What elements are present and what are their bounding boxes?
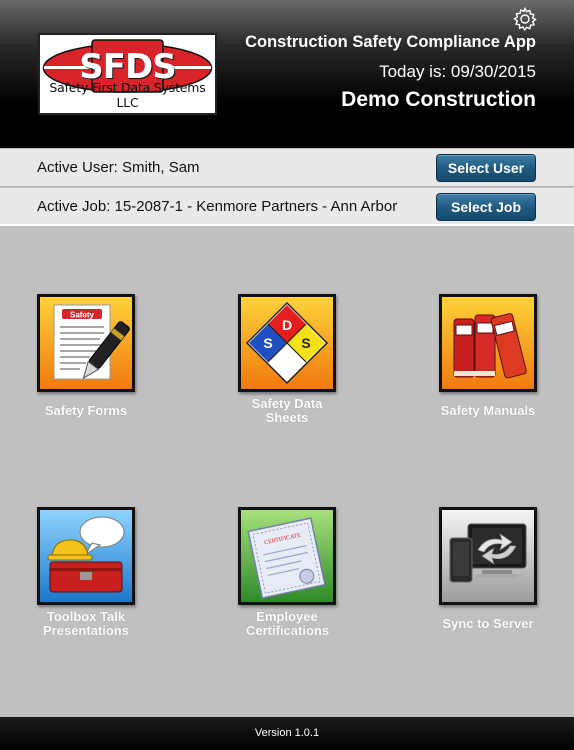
- company-name: Demo Construction: [341, 88, 536, 111]
- safety-badge: Safety: [70, 311, 95, 320]
- gear-icon[interactable]: [512, 6, 538, 32]
- active-job-label: Active Job: 15-2087-1 - Kenmore Partners…: [37, 198, 398, 215]
- tile-employee-certifications[interactable]: CERTIFICATE Employee Certifications: [222, 507, 352, 639]
- sync-icon[interactable]: [439, 507, 537, 605]
- logo-caption: Safety First Data Systems LLC: [49, 80, 206, 110]
- toolbox-talk-icon[interactable]: [37, 507, 135, 605]
- employee-certifications-label[interactable]: Employee Certifications: [222, 610, 352, 638]
- safety-forms-icon[interactable]: Safety: [37, 294, 135, 392]
- sds-letter-s-right: S: [301, 335, 310, 351]
- today-date: Today is: 09/30/2015: [379, 62, 536, 81]
- tile-safety-manuals[interactable]: Safety Manuals: [423, 294, 553, 424]
- safety-manuals-icon[interactable]: [439, 294, 537, 392]
- certificate-icon[interactable]: CERTIFICATE: [238, 507, 336, 605]
- safety-data-sheets-label[interactable]: Safety Data Sheets: [222, 397, 352, 425]
- active-job-row: Active Job: 15-2087-1 - Kenmore Partners…: [0, 188, 574, 226]
- select-job-button[interactable]: Select Job: [436, 193, 536, 221]
- tile-toolbox-talk[interactable]: Toolbox Talk Presentations: [21, 507, 151, 639]
- app-title: Construction Safety Compliance App: [245, 33, 536, 51]
- footer: Version 1.0.1: [0, 717, 574, 750]
- version-label: Version 1.0.1: [254, 727, 320, 739]
- safety-forms-label[interactable]: Safety Forms: [21, 404, 151, 418]
- active-user-row: Active User: Smith, Sam Select User: [0, 149, 574, 187]
- safety-manuals-label[interactable]: Safety Manuals: [423, 404, 553, 418]
- header: SFDS Safety First Data Systems LLC Const…: [0, 0, 574, 148]
- company-logo: SFDS Safety First Data Systems LLC: [38, 33, 217, 115]
- select-user-button[interactable]: Select User: [436, 154, 536, 182]
- sds-letter-d: D: [282, 317, 292, 333]
- toolbox-talk-label[interactable]: Toolbox Talk Presentations: [21, 610, 151, 638]
- sds-diamond-icon[interactable]: D S S: [238, 294, 336, 392]
- tile-sync-to-server[interactable]: Sync to Server: [423, 507, 553, 639]
- active-user-label: Active User: Smith, Sam: [37, 159, 200, 176]
- tile-safety-forms[interactable]: Safety Safety Forms: [21, 294, 151, 424]
- sync-to-server-label[interactable]: Sync to Server: [423, 617, 553, 631]
- tile-safety-data-sheets[interactable]: D S S Safety Data Sheets: [222, 294, 352, 425]
- sds-letter-s-left: S: [263, 335, 272, 351]
